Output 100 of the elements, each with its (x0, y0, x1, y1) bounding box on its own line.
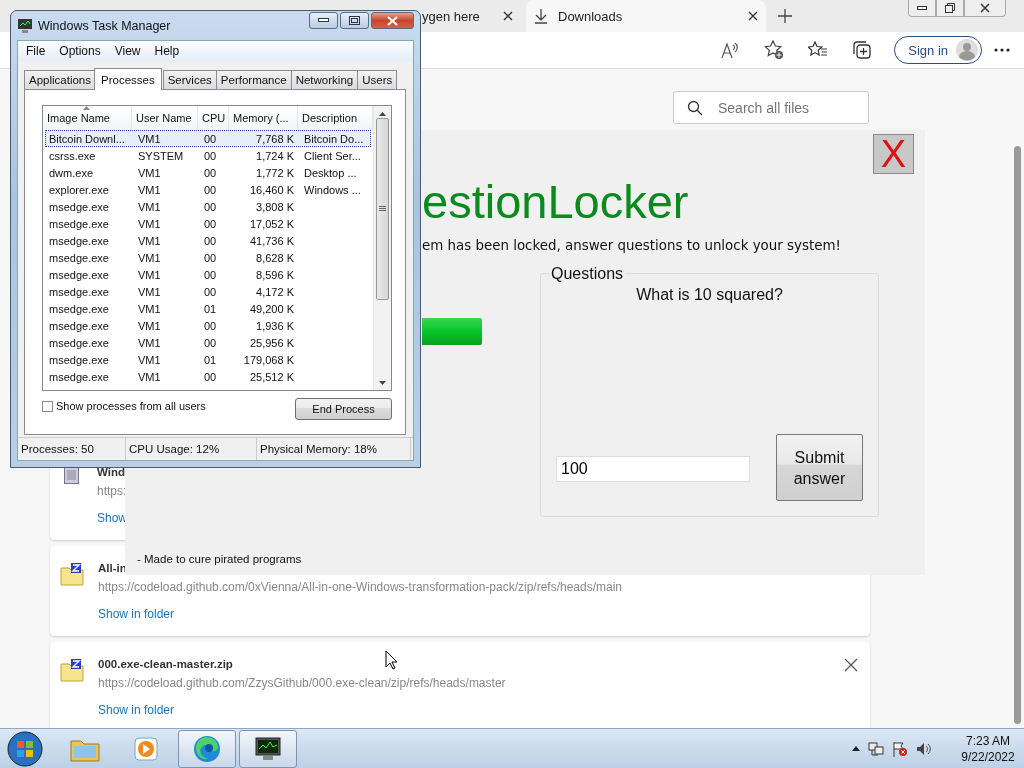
taskbar-button[interactable] (239, 729, 297, 768)
status-text: Processes: 50 (18, 438, 126, 460)
menu-item[interactable]: Help (146, 44, 186, 58)
tab[interactable]: Performance (215, 70, 292, 89)
cursor-icon (385, 650, 398, 670)
process-row[interactable]: msedge.exe VM1 00 17,052 K (45, 215, 371, 232)
scrollbar-thumb[interactable] (376, 118, 389, 300)
table-cell-text: 00 (203, 285, 218, 298)
network-icon[interactable] (868, 740, 884, 757)
restore-button[interactable] (936, 0, 964, 17)
process-row[interactable]: Bitcoin Downl... VM1 00 7,768 K Bitcoin Do... (45, 130, 371, 147)
show-in-folder-link[interactable]: Show in folder (98, 703, 175, 717)
more-icon[interactable] (994, 48, 1010, 52)
process-row[interactable]: dwm.exe VM1 00 1,772 K Desktop ... (45, 164, 371, 181)
installer-icon (64, 466, 79, 484)
process-row[interactable]: msedge.exe VM1 01 49,200 K (45, 300, 371, 317)
progress-bar-fill (422, 318, 482, 345)
table-cell-text: msedge.exe (48, 370, 110, 383)
process-row[interactable]: msedge.exe VM1 00 25,956 K (45, 334, 371, 351)
status-text: CPU Usage: 12% (126, 438, 257, 460)
table-cell-text: 17,052 K (248, 217, 295, 230)
sign-in-button[interactable]: Sign in (894, 36, 982, 64)
scroll-up-icon[interactable] (379, 112, 386, 116)
process-row[interactable]: msedge.exe VM1 01 179,068 K (45, 351, 371, 368)
process-row[interactable]: msedge.exe VM1 00 4,172 K (45, 283, 371, 300)
table-cell-text: VM1 (137, 183, 162, 196)
process-row[interactable]: msedge.exe VM1 00 8,628 K (45, 249, 371, 266)
new-tab-icon[interactable] (778, 9, 792, 23)
tab[interactable]: Applications (24, 70, 96, 89)
table-cell-text: 16,460 K (248, 183, 295, 196)
table-cell-text: msedge.exe (48, 319, 110, 332)
process-row[interactable]: csrss.exe SYSTEM 00 1,724 K Client Ser... (45, 147, 371, 164)
close-button[interactable] (371, 12, 414, 29)
table-cell-text: 1,772 K (255, 166, 295, 179)
process-row[interactable]: msedge.exe VM1 00 1,936 K (45, 317, 371, 334)
close-icon (980, 3, 990, 13)
favorites-icon[interactable] (808, 41, 829, 59)
file-url: https://codeload.github.com/ZzysGithub/000.exe-clean/zip/refs/heads/master (98, 676, 506, 690)
tab[interactable]: Services (162, 70, 217, 89)
minimize-icon (917, 5, 927, 11)
process-row[interactable]: msedge.exe VM1 00 25,512 K (45, 368, 371, 385)
process-row[interactable]: msedge.exe VM1 00 3,808 K (45, 198, 371, 215)
collections-icon[interactable] (853, 41, 872, 59)
menu-item[interactable]: Options (51, 44, 107, 58)
table-cell-text: msedge.exe (48, 336, 110, 349)
table-cell-text: explorer.exe (48, 183, 110, 196)
table-cell-text: VM1 (137, 370, 162, 383)
table-cell-text: 01 (203, 353, 218, 366)
table-cell-text: 00 (203, 217, 218, 230)
maximize-icon (349, 16, 360, 25)
table-cell-text: 00 (203, 336, 218, 349)
table-cell-text: msedge.exe (48, 217, 110, 230)
table-cell-text: VM1 (137, 302, 162, 315)
table-cell-text: msedge.exe (48, 268, 110, 281)
process-row[interactable]: msedge.exe VM1 00 8,596 K (45, 266, 371, 283)
zip-file-icon (60, 562, 84, 586)
table-cell-text: 4,172 K (255, 285, 295, 298)
process-row[interactable]: msedge.exe VM1 00 41,736 K (45, 232, 371, 249)
table-cell-text: 1,724 K (255, 149, 295, 162)
table-cell-text: 8,628 K (255, 251, 295, 264)
end-process-button[interactable]: End Process (295, 398, 392, 420)
minimize-icon (318, 18, 329, 23)
scrollbar-thumb[interactable] (1014, 146, 1021, 724)
start-button[interactable] (6, 729, 44, 768)
clock[interactable]: 7:23 AM 9/22/2022 (958, 732, 1018, 765)
table-cell-text: VM1 (137, 166, 162, 179)
close-icon[interactable] (503, 11, 513, 21)
close-button[interactable] (964, 0, 1006, 17)
minimize-button[interactable] (309, 12, 338, 29)
read-aloud-icon[interactable] (720, 41, 741, 59)
show-hidden-icons-icon[interactable] (852, 746, 860, 751)
flag-alert-icon[interactable] (892, 740, 908, 757)
maximize-button[interactable] (340, 12, 369, 29)
tab[interactable]: Users (357, 70, 398, 89)
table-cell-text: 25,956 K (248, 336, 295, 349)
browser-tab[interactable]: ygen here (421, 0, 521, 32)
tab[interactable]: Networking (290, 70, 359, 89)
scroll-down-icon[interactable] (379, 381, 386, 385)
browser-tab[interactable]: Downloads (526, 0, 766, 32)
menu-item[interactable]: View (106, 44, 147, 58)
tab[interactable]: Processes (94, 68, 162, 90)
process-row[interactable]: explorer.exe VM1 00 16,460 K Windows ... (45, 181, 371, 198)
menu-item[interactable]: File (18, 44, 52, 58)
table-cell-text: 7,768 K (255, 132, 295, 145)
table-cell-text: 01 (203, 302, 218, 315)
table-cell-text: 00 (203, 183, 218, 196)
restore-icon (945, 3, 955, 13)
minimize-button[interactable] (908, 0, 936, 17)
add-favorite-icon[interactable] (764, 40, 785, 60)
table-cell-text: 25,512 K (248, 370, 295, 383)
table-cell-text: VM1 (137, 285, 162, 298)
show-all-users-checkbox[interactable]: Show processes from all users (42, 400, 206, 412)
table-cell-text: VM1 (137, 268, 162, 281)
close-icon[interactable] (748, 11, 758, 21)
table-cell-text: Windows ... (303, 183, 362, 196)
show-in-folder-link[interactable]: Show in folder (98, 607, 175, 621)
close-icon[interactable] (844, 658, 858, 672)
answer-field[interactable]: 100 (556, 456, 750, 482)
submit-answer-button[interactable]: Submit answer (776, 434, 863, 501)
search-field[interactable]: Search all files (673, 91, 869, 124)
